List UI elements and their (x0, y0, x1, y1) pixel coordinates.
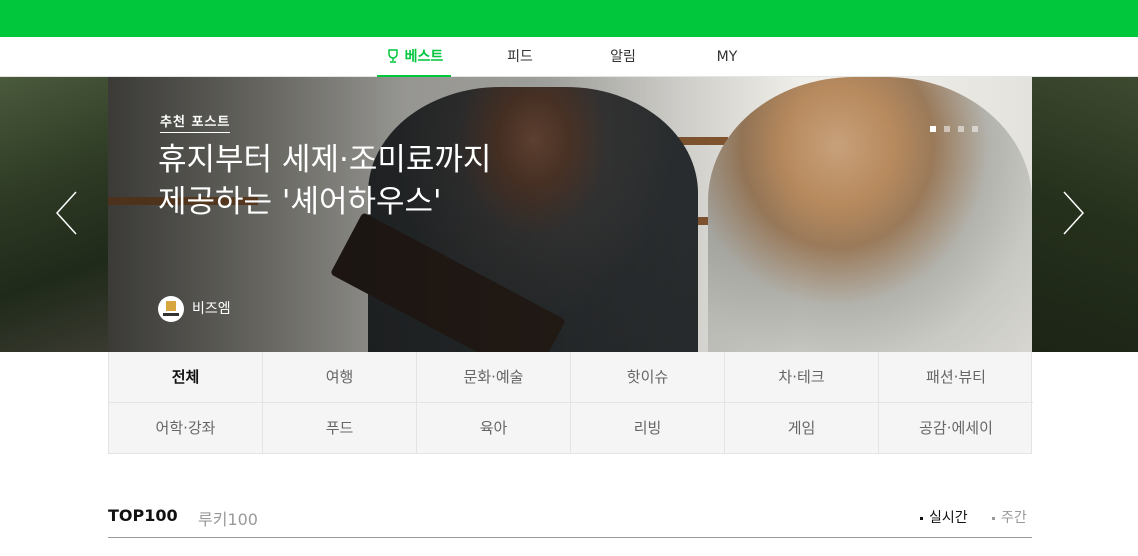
carousel-dot[interactable] (930, 126, 936, 132)
category-travel[interactable]: 여행 (263, 352, 417, 403)
hero-label: 추천 포스트 (160, 111, 231, 133)
hero-carousel: 추천 포스트 휴지부터 세제·조미료까지 제공하는 '셰어하우스' 비즈엠 (0, 77, 1138, 352)
period-realtime-label: 실시간 (929, 510, 968, 526)
hero-title[interactable]: 휴지부터 세제·조미료까지 제공하는 '셰어하우스' (158, 139, 491, 223)
tab-best-label: 베스트 (404, 49, 444, 65)
category-language-lecture[interactable]: 어학·강좌 (109, 403, 263, 454)
main-nav: 베스트 피드 알림 MY (0, 37, 1138, 77)
category-car-tech[interactable]: 차·테크 (725, 352, 879, 403)
tab-top100[interactable]: TOP100 (108, 506, 178, 525)
tab-my[interactable]: MY (697, 37, 757, 77)
category-fashion-beauty[interactable]: 패션·뷰티 (879, 352, 1033, 403)
prev-arrow-icon[interactable] (54, 190, 80, 236)
tab-feed[interactable]: 피드 (490, 37, 550, 77)
hero-source[interactable]: 비즈엠 (158, 296, 231, 322)
category-all[interactable]: 전체 (109, 352, 263, 403)
bullet-icon (920, 516, 923, 520)
tab-feed-label: 피드 (507, 49, 533, 65)
category-living[interactable]: 리빙 (571, 403, 725, 454)
period-weekly[interactable]: 주간 (992, 507, 1027, 527)
bullet-icon (992, 516, 995, 520)
category-culture-art[interactable]: 문화·예술 (417, 352, 571, 403)
category-food[interactable]: 푸드 (263, 403, 417, 454)
carousel-dot[interactable] (944, 126, 950, 132)
next-arrow-icon[interactable] (1060, 190, 1086, 236)
carousel-dot[interactable] (972, 126, 978, 132)
hero-title-line: 제공하는 '셰어하우스' (158, 184, 442, 220)
category-empathy-essay[interactable]: 공감·에세이 (879, 403, 1033, 454)
source-name: 비즈엠 (192, 301, 231, 317)
top-green-bar (0, 0, 1138, 37)
category-hot-issue[interactable]: 핫이슈 (571, 352, 725, 403)
trophy-icon (387, 49, 398, 63)
tab-notifications-label: 알림 (610, 49, 636, 65)
source-logo-icon (158, 296, 184, 322)
tab-notifications[interactable]: 알림 (593, 37, 653, 77)
category-parenting[interactable]: 육아 (417, 403, 571, 454)
ranking-header: TOP100 루키100 실시간 주간 (108, 498, 1032, 538)
tab-my-label: MY (716, 49, 738, 65)
tab-rookie100[interactable]: 루키100 (198, 506, 258, 530)
tab-best[interactable]: 베스트 (377, 37, 451, 77)
period-realtime[interactable]: 실시간 (920, 507, 968, 527)
category-game[interactable]: 게임 (725, 403, 879, 454)
carousel-indicator (930, 117, 986, 132)
hero-title-line: 휴지부터 세제·조미료까지 (158, 142, 492, 178)
period-weekly-label: 주간 (1001, 510, 1027, 526)
carousel-dot[interactable] (958, 126, 964, 132)
category-grid: 전체 여행 문화·예술 핫이슈 차·테크 패션·뷰티 어학·강좌 푸드 육아 리… (108, 352, 1033, 454)
